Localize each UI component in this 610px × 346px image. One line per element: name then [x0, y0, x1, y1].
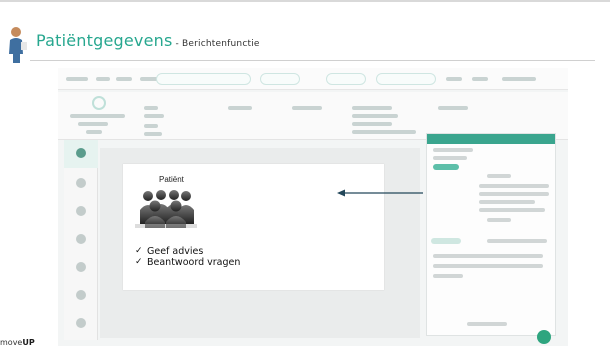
brand-suffix: UP — [22, 338, 35, 346]
check-item-text: Beantwoord vragen — [147, 257, 241, 268]
arrow-left-icon — [337, 189, 423, 197]
message-fab-icon[interactable] — [537, 330, 551, 344]
patient-label: Patiënt — [159, 175, 184, 184]
slide: Patiëntgegevens - Berichtenfunctie Patië… — [0, 0, 610, 346]
check-item: ✓ Geef advies — [135, 246, 240, 257]
message-panel-header — [427, 134, 555, 144]
page-subtitle: - Berichtenfunctie — [175, 39, 260, 49]
page-title-text: Patiëntgegevens — [36, 31, 173, 50]
role-card: Patiënt ✓ Geef advies ✓ Beantwoord vrage… — [123, 164, 384, 290]
people-group-icon — [135, 190, 197, 228]
brand-prefix: move — [0, 338, 23, 346]
app-topbar — [58, 68, 568, 90]
page-title: Patiëntgegevens - Berichtenfunctie — [36, 31, 260, 50]
person-silhouette-icon — [9, 27, 27, 63]
check-icon: ✓ — [135, 257, 143, 267]
app-sidebar — [64, 140, 98, 340]
check-item: ✓ Beantwoord vragen — [135, 257, 240, 268]
check-icon: ✓ — [135, 246, 143, 256]
check-item-text: Geef advies — [147, 246, 204, 257]
check-list: ✓ Geef advies ✓ Beantwoord vragen — [135, 246, 240, 268]
message-panel — [426, 133, 556, 336]
brand-logo: moveUP — [0, 338, 35, 346]
title-divider — [30, 60, 595, 61]
